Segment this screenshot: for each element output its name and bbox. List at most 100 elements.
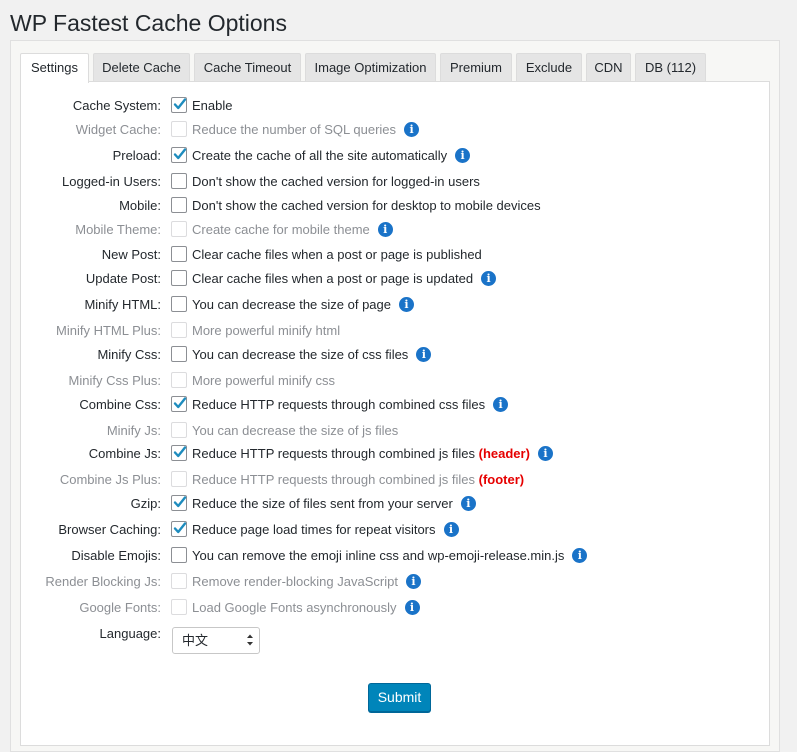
setting-label-combine-js: Combine Js: [88,446,161,461]
setting-label-minify-css: Minify Css: [97,347,161,362]
checkbox-combine-css[interactable] [171,396,187,412]
info-icon[interactable]: i [416,346,432,362]
checkmark-icon [173,148,187,160]
setting-description-minify-css: You can decrease the size of css files i [192,344,432,366]
setting-text-mobile: Don't show the cached version for deskto… [192,198,541,213]
checkbox-combine-js[interactable] [171,445,187,461]
tab-delete-cache[interactable]: Delete Cache [93,53,190,81]
tab-db[interactable]: DB (112) [635,53,706,81]
setting-description-minify-html-plus: More powerful minify html [192,320,340,342]
checkbox-minify-js [171,422,187,438]
setting-text-logged-in-users: Don't show the cached version for logged… [192,174,480,189]
submit-button[interactable]: Submit [368,683,431,712]
setting-text-combine-js: Reduce HTTP requests through combined js… [192,446,476,461]
setting-text-minify-html-plus: More powerful minify html [192,323,341,338]
setting-label-combine-css: Combine Css: [79,397,161,412]
checkbox-new-post[interactable] [171,246,187,262]
setting-text-cache-system: Enable [192,98,233,113]
setting-text-minify-css-plus: More powerful minify css [192,373,336,388]
checkbox-google-fonts [171,599,187,615]
setting-tag-combine-js-plus: (footer) [478,472,525,487]
setting-description-cache-system: Enable [192,95,232,117]
tab-exclude[interactable]: Exclude [516,53,582,81]
setting-description-minify-css-plus: More powerful minify css [192,370,335,392]
checkbox-mobile-theme [171,221,187,237]
tab-image-optimization[interactable]: Image Optimization [305,53,436,81]
setting-label-minify-css-plus: Minify Css Plus: [68,373,161,388]
setting-label-disable-emojis: Disable Emojis: [71,548,161,563]
select-arrows-icon [247,634,253,646]
info-icon[interactable]: i [572,547,588,563]
checkbox-widget-cache [171,121,187,137]
checkmark-icon [173,522,187,534]
checkmark-icon [173,496,187,508]
checkbox-mobile[interactable] [171,197,187,213]
setting-description-browser-caching: Reduce page load times for repeat visito… [192,519,459,541]
setting-description-combine-js-plus: Reduce HTTP requests through combined js… [192,469,524,491]
setting-label-preload: Preload: [112,148,161,163]
info-icon[interactable]: i [404,121,420,137]
setting-description-gzip: Reduce the size of files sent from your … [192,493,476,515]
setting-text-browser-caching: Reduce page load times for repeat visito… [192,522,436,537]
setting-label-google-fonts: Google Fonts: [79,600,161,615]
setting-label-cache-system: Cache System: [72,98,161,113]
setting-description-mobile-theme: Create cache for mobile theme i [192,219,393,241]
setting-description-mobile: Don't show the cached version for deskto… [192,195,541,217]
setting-description-new-post: Clear cache files when a post or page is… [192,244,482,266]
setting-label-mobile: Mobile: [119,198,161,213]
language-select-value: 中文 [182,633,209,648]
setting-label-widget-cache: Widget Cache: [75,122,161,137]
tab-cdn[interactable]: CDN [586,53,631,81]
setting-text-mobile-theme: Create cache for mobile theme [192,222,370,237]
checkbox-combine-js-plus [171,471,187,487]
info-icon[interactable]: i [405,573,421,589]
language-label: Language: [99,626,161,641]
tab-settings[interactable]: Settings [20,53,89,83]
checkbox-minify-html[interactable] [171,296,187,312]
checkbox-browser-caching[interactable] [171,521,187,537]
checkbox-logged-in-users[interactable] [171,173,187,189]
info-icon[interactable]: i [481,270,497,286]
setting-text-minify-css: You can decrease the size of css files [192,347,409,362]
page-title: WP Fastest Cache Options [10,10,287,36]
setting-text-render-blocking-js: Remove render-blocking JavaScript [192,574,398,589]
setting-label-logged-in-users: Logged-in Users: [62,174,161,189]
setting-text-update-post: Clear cache files when a post or page is… [192,271,474,286]
info-icon[interactable]: i [455,147,471,163]
info-icon[interactable]: i [537,445,553,461]
setting-label-combine-js-plus: Combine Js Plus: [59,472,161,487]
setting-description-combine-js: Reduce HTTP requests through combined js… [192,443,553,465]
checkbox-cache-system[interactable] [171,97,187,113]
checkbox-preload[interactable] [171,147,187,163]
info-icon[interactable]: i [443,521,459,537]
tab-premium[interactable]: Premium [440,53,512,81]
setting-text-widget-cache: Reduce the number of SQL queries [192,122,397,137]
setting-label-minify-html-plus: Minify HTML Plus: [56,323,161,338]
setting-description-combine-css: Reduce HTTP requests through combined cs… [192,394,509,416]
checkbox-disable-emojis[interactable] [171,547,187,563]
tab-cache-timeout[interactable]: Cache Timeout [194,53,301,81]
setting-text-minify-js: You can decrease the size of js files [192,423,399,438]
info-icon[interactable]: i [460,495,476,511]
info-icon[interactable]: i [493,396,509,412]
setting-tag-combine-js: (header) [478,446,530,461]
setting-text-combine-css: Reduce HTTP requests through combined cs… [192,397,486,412]
setting-label-gzip: Gzip: [130,496,161,511]
setting-label-mobile-theme: Mobile Theme: [75,222,161,237]
setting-description-render-blocking-js: Remove render-blocking JavaScript i [192,571,421,593]
checkbox-gzip[interactable] [171,495,187,511]
setting-text-gzip: Reduce the size of files sent from your … [192,496,453,511]
checkbox-minify-css[interactable] [171,346,187,362]
setting-description-logged-in-users: Don't show the cached version for logged… [192,171,480,193]
setting-description-minify-html: You can decrease the size of page i [192,294,414,316]
info-icon[interactable]: i [377,221,393,237]
info-icon[interactable]: i [404,599,420,615]
setting-text-minify-html: You can decrease the size of page [192,297,391,312]
checkbox-minify-html-plus [171,322,187,338]
setting-description-minify-js: You can decrease the size of js files [192,420,398,442]
setting-label-render-blocking-js: Render Blocking Js: [45,574,161,589]
info-icon[interactable]: i [399,296,414,312]
setting-description-preload: Create the cache of all the site automat… [192,145,471,167]
checkbox-update-post[interactable] [171,270,187,286]
language-select[interactable]: 中文 [172,627,260,654]
